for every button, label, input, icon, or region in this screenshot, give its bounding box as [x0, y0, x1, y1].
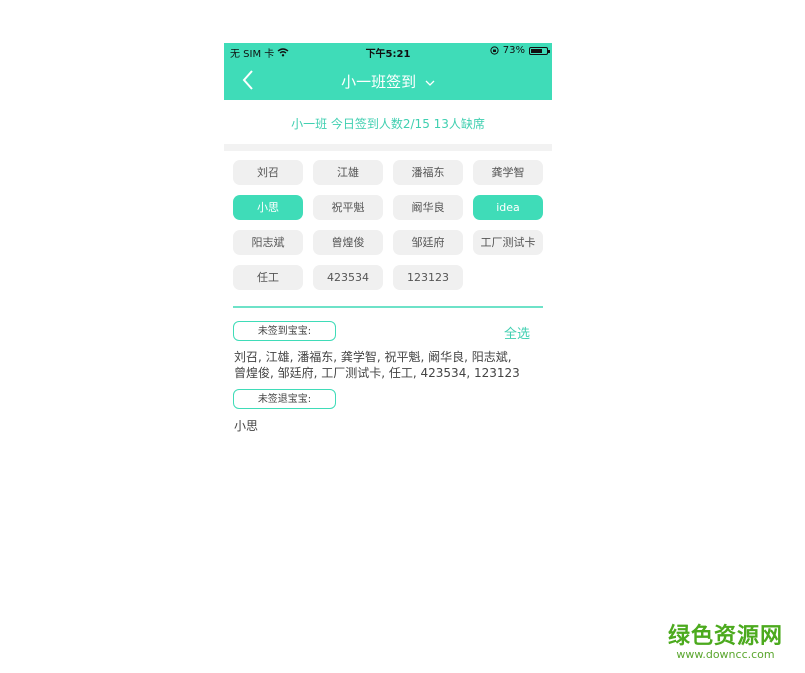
watermark-url: www.downcc.com	[676, 648, 775, 661]
unsigned-out-names: 小思	[234, 419, 259, 433]
grid-divider	[233, 306, 543, 308]
nav-bar: 小一班签到	[224, 60, 552, 100]
class-selector[interactable]: 小一班签到	[224, 71, 552, 92]
watermark-title: 绿色资源网	[667, 624, 783, 649]
battery-fill	[531, 48, 542, 53]
student-chip[interactable]: 阳志斌	[233, 230, 303, 255]
phone-screen: 无 SIM 卡 下午5:21 73% 小一班签到 小一班 今日签到人数2/15 …	[224, 43, 552, 443]
status-right: 73%	[490, 45, 550, 56]
student-chip[interactable]: 潘福东	[393, 160, 463, 185]
student-chip[interactable]: 江雄	[313, 160, 383, 185]
student-chip[interactable]: 任工	[233, 265, 303, 290]
unsigned-in-label: 未签到宝宝:	[233, 321, 336, 341]
page-title: 小一班签到	[341, 73, 417, 91]
unsigned-in-line-2: 曾煌俊, 邹廷府, 工厂测试卡, 任工, 423534, 123123	[234, 366, 520, 380]
orientation-lock-icon	[490, 46, 499, 55]
unsigned-out-label: 未签退宝宝:	[233, 389, 336, 409]
student-chip[interactable]: 阚华良	[393, 195, 463, 220]
attendance-summary: 小一班 今日签到人数2/15 13人缺席	[291, 117, 485, 131]
student-chip[interactable]: 工厂测试卡	[473, 230, 543, 255]
section-separator	[224, 144, 552, 151]
status-bar: 无 SIM 卡 下午5:21 73%	[224, 43, 552, 60]
student-chip[interactable]: 邹廷府	[393, 230, 463, 255]
unsigned-in-line-1: 刘召, 江雄, 潘福东, 龚学智, 祝平魁, 阚华良, 阳志斌,	[234, 350, 512, 364]
student-chip[interactable]: 423534	[313, 265, 383, 290]
student-chip[interactable]: 龚学智	[473, 160, 543, 185]
student-chip[interactable]: 曾煌俊	[313, 230, 383, 255]
chevron-down-icon	[425, 80, 435, 86]
student-chip[interactable]: 祝平魁	[313, 195, 383, 220]
student-chip[interactable]: 123123	[393, 265, 463, 290]
unsigned-in-names: 刘召, 江雄, 潘福东, 龚学智, 祝平魁, 阚华良, 阳志斌, 曾煌俊, 邹廷…	[234, 349, 546, 381]
student-chip[interactable]: 小思	[233, 195, 303, 220]
watermark: 绿色资源网 www.downcc.com	[668, 618, 783, 661]
student-chip[interactable]: 刘召	[233, 160, 303, 185]
select-all-button[interactable]: 全选	[504, 323, 530, 342]
battery-percent: 73%	[502, 45, 525, 56]
student-chip[interactable]: idea	[473, 195, 543, 220]
battery-icon	[529, 46, 550, 55]
